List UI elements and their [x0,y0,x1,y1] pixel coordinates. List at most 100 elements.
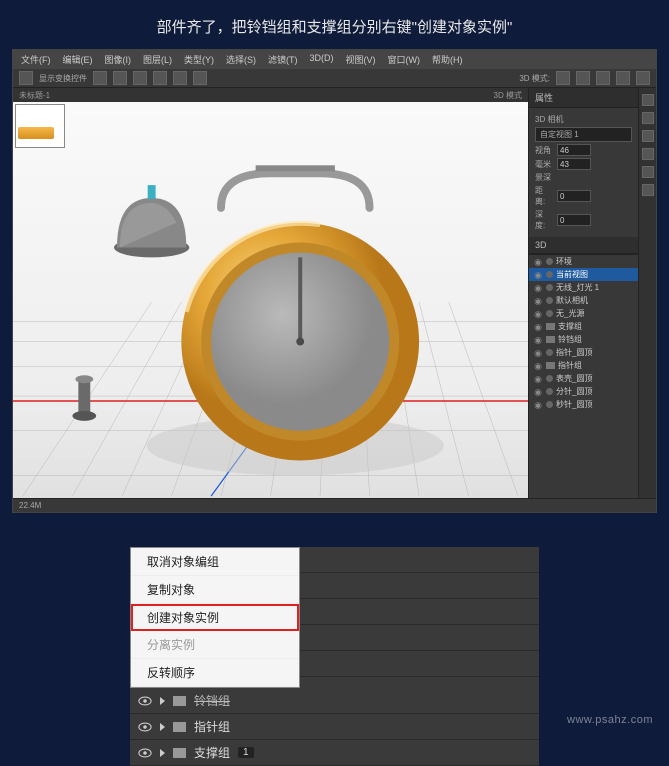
visibility-icon[interactable]: ◉ [533,348,543,358]
visibility-icon[interactable] [138,694,152,708]
3d-panel-header: 3D [529,237,638,254]
align-icon-6[interactable] [193,71,207,85]
align-icon-3[interactable] [133,71,147,85]
context-menu-item[interactable]: 反转顺序 [131,659,299,687]
layer-row[interactable]: ◉表壳_圆顶 [529,372,638,385]
layer-row[interactable]: ◉秒针_圆顶 [529,398,638,411]
mode-icon-3[interactable] [596,71,610,85]
panel-icon-2[interactable] [642,112,654,124]
visibility-icon[interactable] [138,720,152,734]
clock-center [296,338,304,346]
clock-foot [78,381,90,413]
camera-label: 3D 相机 [535,114,563,125]
layer-row[interactable]: ◉ 分针_圆顶 [529,385,638,398]
expand-icon[interactable] [160,749,165,757]
layer-row[interactable]: ◉ 默认相机 [529,294,638,307]
visibility-icon[interactable]: ◉ [533,309,543,319]
layer-name: 默认相机 [556,295,588,306]
layer-name: 指针组 [194,718,230,735]
dist-input[interactable] [557,190,591,202]
align-icon-2[interactable] [113,71,127,85]
panel-icon-3[interactable] [642,130,654,142]
status-bar: 22.4M [13,498,656,512]
visibility-icon[interactable]: ◉ [533,257,543,267]
menu-window[interactable]: 窗口(W) [384,52,425,67]
fov-input[interactable] [557,144,591,156]
menu-view[interactable]: 视图(V) [342,52,380,67]
visibility-icon[interactable]: ◉ [533,322,543,332]
menu-bar: 文件(F) 编辑(E) 图像(I) 图层(L) 类型(Y) 选择(S) 滤镜(T… [13,50,656,69]
expand-icon[interactable] [160,697,165,705]
instance-count: 1 [238,747,254,758]
panel-icon-5[interactable] [642,166,654,178]
layer-row[interactable]: ◉无_光源 [529,307,638,320]
align-icon-4[interactable] [153,71,167,85]
mesh-icon [546,310,553,317]
visibility-icon[interactable]: ◉ [533,296,543,306]
visibility-icon[interactable]: ◉ [533,270,543,280]
mode-label: 3D 模式: [519,73,550,84]
context-menu-item[interactable]: 复制对象 [131,576,299,604]
move-tool-icon[interactable] [19,71,33,85]
canvas-3d[interactable] [13,102,528,498]
viewport-3d[interactable]: 未标题-1 3D 模式 [13,88,528,498]
mesh-icon [546,375,553,382]
visibility-icon[interactable]: ◉ [533,283,543,293]
context-menu-item[interactable]: 创建对象实例 [131,604,299,631]
mode-icon-1[interactable] [556,71,570,85]
depth-input[interactable] [557,214,591,226]
panel-icon-4[interactable] [642,148,654,160]
layer-row[interactable]: ◉铃铛组 [529,333,638,346]
layer-row[interactable]: ◉指针组 [529,359,638,372]
menu-layer[interactable]: 图层(L) [139,52,176,67]
mode-icon-2[interactable] [576,71,590,85]
menu-select[interactable]: 选择(S) [222,52,260,67]
layer-name: 当前视图 [556,269,588,280]
mesh-icon [546,258,553,265]
layer-row[interactable]: 支撑组 1 [130,740,539,766]
visibility-icon[interactable]: ◉ [533,387,543,397]
layer-name: 支撑组 [194,744,230,761]
3d-layers-list[interactable]: ◉环境◉当前视图◉无线_灯光 1◉默认相机◉无_光源◉支撑组◉铃铛组◉指针_圆顶… [529,254,638,498]
transform-checkbox-label: 显示变换控件 [39,73,87,84]
folder-icon [173,722,186,732]
menu-filter[interactable]: 滤镜(T) [264,52,302,67]
layer-row[interactable]: 指针组 [130,714,539,740]
mode-icon-5[interactable] [636,71,650,85]
layer-row[interactable]: ◉支撑组 [529,320,638,333]
mesh-icon [546,271,553,278]
layer-row[interactable]: ◉环境 [529,255,638,268]
layer-row[interactable]: 铃铛组 [130,688,539,714]
layer-name: 分针_圆顶 [556,386,592,397]
layer-name: 铃铛组 [194,692,230,709]
mode-icon-4[interactable] [616,71,630,85]
menu-help[interactable]: 帮助(H) [428,52,467,67]
secondary-view[interactable] [15,104,65,148]
menu-edit[interactable]: 编辑(E) [59,52,97,67]
visibility-icon[interactable]: ◉ [533,400,543,410]
layer-row[interactable]: ◉ 当前视图 [529,268,638,281]
expand-icon[interactable] [160,723,165,731]
folder-icon [173,748,186,758]
menu-3d[interactable]: 3D(D) [306,52,338,67]
panel-icon-6[interactable] [642,184,654,196]
align-icon-5[interactable] [173,71,187,85]
align-icon[interactable] [93,71,107,85]
visibility-icon[interactable]: ◉ [533,361,543,371]
layer-row[interactable]: ◉ 指针_圆顶 [529,346,638,359]
menu-file[interactable]: 文件(F) [17,52,55,67]
menu-type[interactable]: 类型(Y) [180,52,218,67]
context-menu-item[interactable]: 取消对象编组 [131,548,299,576]
visibility-icon[interactable]: ◉ [533,374,543,384]
right-panel: 属性 3D 相机 自定视图 1 视角 毫米 景深 距离: [528,88,638,498]
menu-image[interactable]: 图像(I) [101,52,136,67]
visibility-icon[interactable] [138,746,152,760]
layer-row[interactable]: ◉无线_灯光 1 [529,281,638,294]
context-menu: 取消对象编组复制对象创建对象实例分离实例反转顺序 [130,547,300,688]
mm-input[interactable] [557,158,591,170]
panel-icon-1[interactable] [642,94,654,106]
visibility-icon[interactable]: ◉ [533,335,543,345]
view-dropdown[interactable]: 自定视图 1 [535,127,632,142]
mesh-icon [546,349,553,356]
layer-name: 指针_圆顶 [556,347,592,358]
